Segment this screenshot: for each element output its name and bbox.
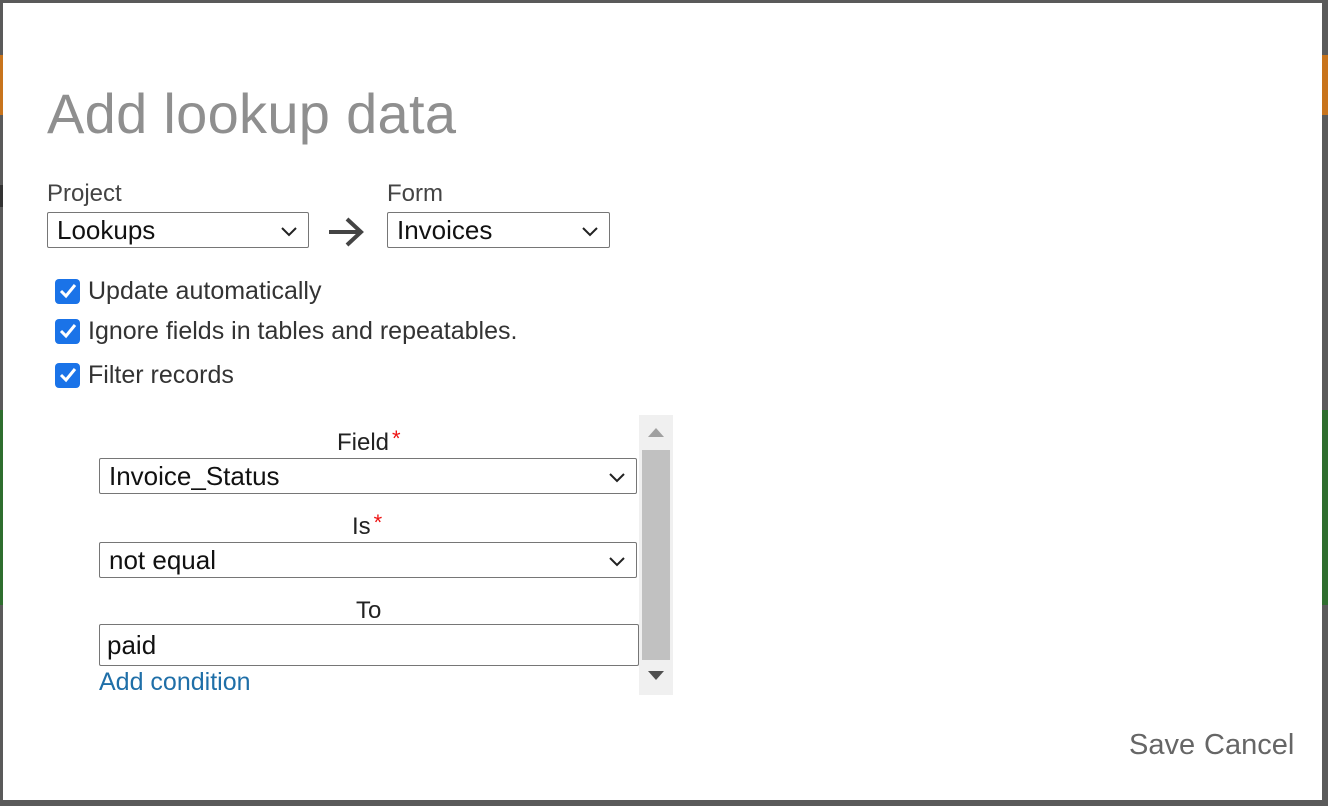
cancel-button[interactable]: Cancel <box>1204 729 1294 762</box>
required-marker: * <box>392 426 401 451</box>
add-condition-link[interactable]: Add condition <box>99 668 251 697</box>
field-select-value: Invoice_Status <box>109 461 280 491</box>
filter-records-checkbox[interactable]: Filter records <box>55 360 234 390</box>
is-label-text: Is <box>352 513 371 540</box>
add-lookup-dialog: Add lookup data Project Lookups Form Inv… <box>3 3 1322 800</box>
checkbox-checked-icon[interactable] <box>55 278 80 304</box>
to-value-input[interactable]: paid <box>99 624 639 666</box>
required-marker: * <box>373 510 383 535</box>
background-strip <box>1322 55 1328 115</box>
project-select-value: Lookups <box>57 215 156 245</box>
arrow-right-icon <box>329 217 364 247</box>
operator-select-value: not equal <box>109 545 216 575</box>
checkbox-label: Update automatically <box>88 276 322 305</box>
filter-scrollbar[interactable] <box>639 415 673 695</box>
project-label: Project <box>47 180 122 207</box>
chevron-down-icon <box>609 557 625 567</box>
update-automatically-checkbox[interactable]: Update automatically <box>55 276 321 306</box>
form-select-value: Invoices <box>397 215 493 245</box>
form-label: Form <box>387 180 443 207</box>
dialog-title: Add lookup data <box>47 82 457 145</box>
scroll-up-arrow-icon[interactable] <box>648 427 664 437</box>
field-label-text: Field <box>337 429 390 456</box>
checkbox-label: Ignore fields in tables and repeatables. <box>88 316 518 345</box>
project-select[interactable]: Lookups <box>47 212 309 248</box>
ignore-fields-checkbox[interactable]: Ignore fields in tables and repeatables. <box>55 316 517 346</box>
background-strip <box>1322 410 1328 605</box>
scroll-down-arrow-icon[interactable] <box>648 671 664 681</box>
to-label: To <box>356 597 382 624</box>
operator-select[interactable]: not equal <box>99 542 637 578</box>
is-label: Is * <box>352 510 383 541</box>
checkbox-checked-icon[interactable] <box>55 362 80 388</box>
save-button[interactable]: Save <box>1129 729 1195 762</box>
scrollbar-thumb[interactable] <box>642 450 670 660</box>
chevron-down-icon <box>281 227 297 237</box>
field-label: Field * <box>337 426 401 457</box>
form-select[interactable]: Invoices <box>387 212 610 248</box>
checkbox-checked-icon[interactable] <box>55 318 80 344</box>
field-select[interactable]: Invoice_Status <box>99 458 637 494</box>
filter-conditions-panel: Field * Invoice_Status Is * not equal To p… <box>99 413 673 696</box>
chevron-down-icon <box>582 227 598 237</box>
chevron-down-icon <box>609 473 625 483</box>
checkbox-label: Filter records <box>88 360 234 389</box>
